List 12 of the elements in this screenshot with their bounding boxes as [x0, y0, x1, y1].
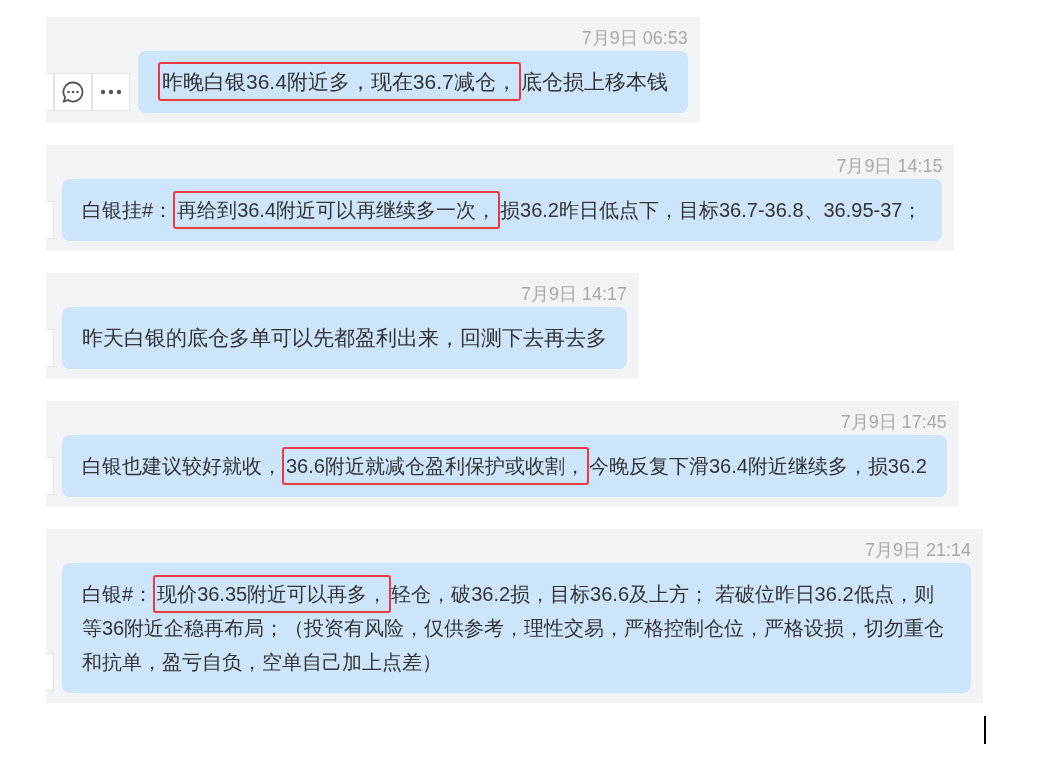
message-text: 白银也建议较好就收， 36.6附近就减仓盈利保护或收割， 今晚反复下滑36.4附近继续多，损36.2 [82, 449, 927, 483]
comment-icon[interactable] [54, 73, 92, 111]
timestamp: 7月9日 06:53 [580, 27, 688, 49]
timestamp: 7月9日 17:45 [839, 411, 947, 433]
timestamp: 7月9日 21:14 [863, 539, 971, 561]
message-text: 白银#： 现价36.35附近可以再多， 轻仓，破36.2损，目标36.6及上方； 若破位昨日36.2低点，则等36附近企稳再布局；（投资有风险，仅供参考，理性交易，严格控制仓位，严格设损，切勿重仓和抗单，盈亏自负，空单自己加上点差） [82, 577, 951, 679]
timestamp: 7月9日 14:15 [835, 155, 943, 177]
message-text: 昨晚白银36.4附近多，现在36.7减仓， 底仓损上移本钱 [158, 65, 668, 99]
text-cursor [984, 716, 986, 744]
timestamp: 7月9日 14:17 [519, 283, 627, 305]
message-text: 白银挂#： 再给到36.4附近可以再继续多一次， 损36.2昨日低点下，目标36.7-36.8、36.95-37； [82, 193, 923, 227]
message-text: 昨天白银的底仓多单可以先都盈利出来，回测下去再去多 [82, 325, 607, 351]
